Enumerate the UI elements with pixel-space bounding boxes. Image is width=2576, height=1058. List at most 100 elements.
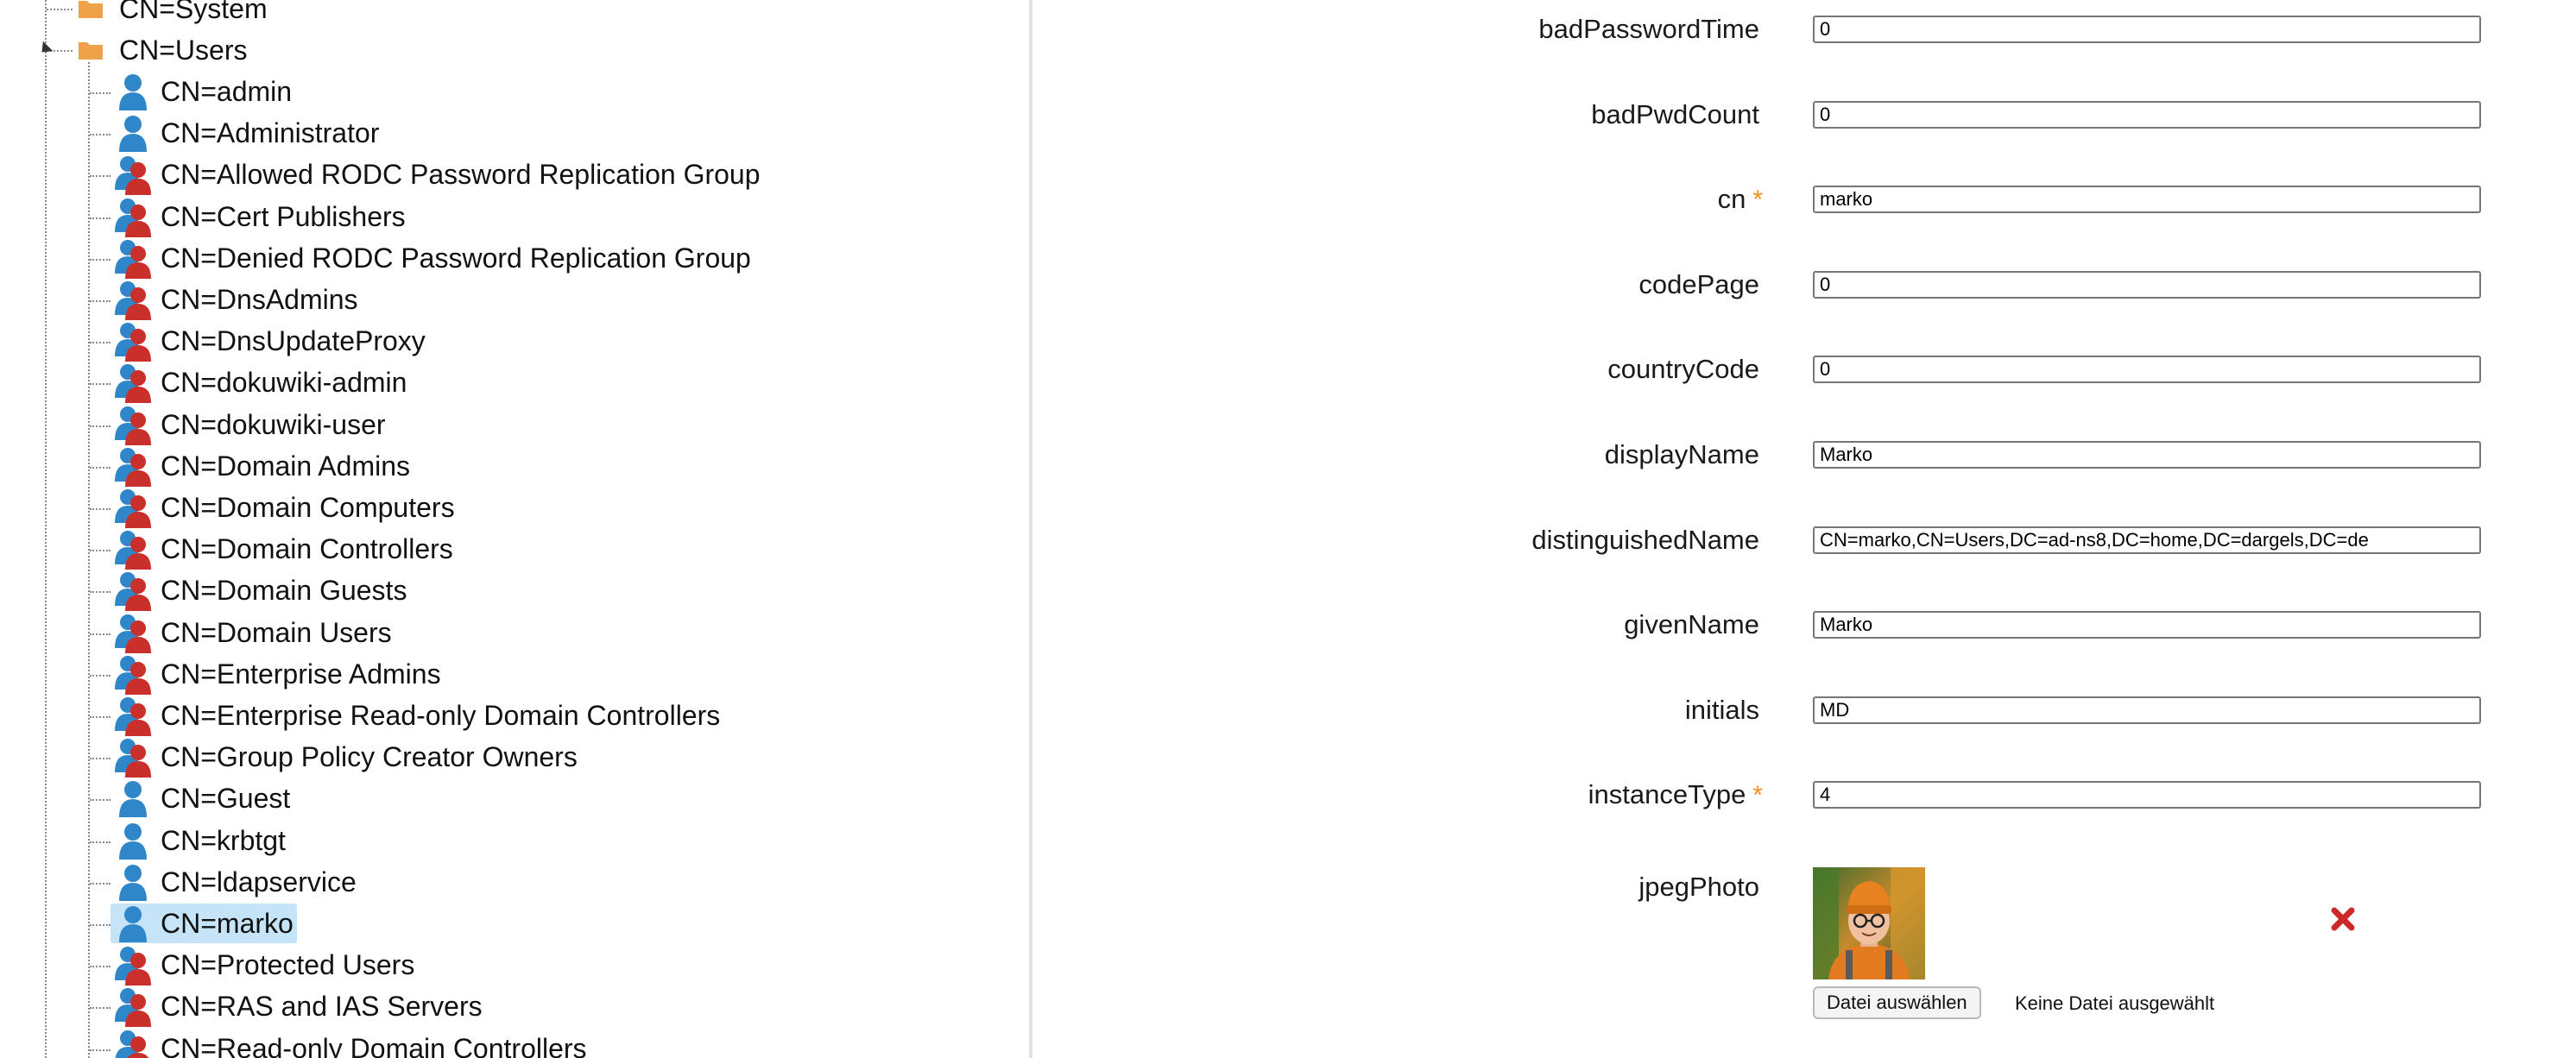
tree-item[interactable]: CN=Guest bbox=[110, 778, 294, 819]
tree-item[interactable]: CN=DnsUpdateProxy bbox=[110, 320, 429, 362]
badpwdcount-input[interactable] bbox=[1813, 100, 2481, 129]
tree-item-content: CN=Domain Users bbox=[110, 613, 395, 653]
givenname-input[interactable] bbox=[1813, 611, 2481, 639]
tree-item[interactable]: CN=Group Policy Creator Owners bbox=[110, 736, 581, 778]
tree-connector bbox=[90, 591, 110, 594]
tree-item[interactable]: CN=Domain Admins bbox=[110, 445, 414, 487]
tree-item[interactable]: CN=Cert Publishers bbox=[110, 196, 409, 237]
distinguishedname-input[interactable] bbox=[1813, 526, 2481, 554]
tree-item-content: CN=admin bbox=[110, 72, 295, 111]
field-label-codepage: codePage bbox=[1032, 268, 1759, 302]
tree-item-content: CN=Denied RODC Password Replication Grou… bbox=[110, 238, 754, 279]
tree-item-content: CN=dokuwiki-user bbox=[110, 405, 389, 445]
tree-item-label: CN=Enterprise Admins bbox=[161, 658, 441, 690]
user-icon bbox=[119, 116, 147, 153]
tree-item-label: CN=krbtgt bbox=[161, 824, 286, 856]
badpasswordtime-input[interactable] bbox=[1813, 16, 2481, 43]
field-label-initials: initials bbox=[1032, 693, 1759, 727]
jpeg-photo-image bbox=[1813, 867, 1925, 979]
instancetype-input[interactable] bbox=[1813, 781, 2481, 809]
codepage-input[interactable] bbox=[1813, 270, 2481, 299]
tree-item-label: CN=Allowed RODC Password Replication Gro… bbox=[161, 159, 761, 191]
group-icon bbox=[115, 447, 151, 487]
tree-item-content: CN=Group Policy Creator Owners bbox=[110, 737, 581, 778]
tree-item-content: CN=dokuwiki-admin bbox=[110, 362, 410, 404]
tree-item-content: CN=Domain Admins bbox=[110, 446, 414, 487]
tree-item[interactable]: CN=RAS and IAS Servers bbox=[110, 986, 486, 1028]
field-label-givenname: givenName bbox=[1032, 608, 1759, 642]
tree-item-content: CN=DnsAdmins bbox=[110, 280, 362, 320]
tree-connector bbox=[90, 716, 110, 718]
tree-item-label: CN=Administrator bbox=[161, 117, 380, 149]
group-icon bbox=[115, 697, 151, 736]
group-icon bbox=[115, 281, 151, 320]
tree-item[interactable]: CN=dokuwiki-admin bbox=[110, 362, 410, 404]
tree-item-label: CN=Guest bbox=[161, 783, 291, 815]
countrycode-input[interactable] bbox=[1813, 356, 2481, 384]
tree-connector bbox=[90, 258, 110, 261]
tree-item[interactable]: CN=Administrator bbox=[110, 112, 382, 154]
tree-guide-line bbox=[45, 0, 47, 1058]
initials-input[interactable] bbox=[1813, 696, 2481, 724]
tree-connector bbox=[90, 882, 110, 885]
attribute-form: jpegPhoto Datei auswählen Keine Datei au… bbox=[1032, 0, 2576, 1058]
required-marker: * bbox=[1752, 186, 1763, 215]
field-label-distinguishedname: distinguishedName bbox=[1032, 523, 1759, 557]
group-icon bbox=[115, 614, 151, 653]
choose-file-button[interactable]: Datei auswählen bbox=[1813, 986, 1981, 1019]
tree-item[interactable]: CN=marko bbox=[110, 903, 297, 944]
tree-item-label: CN=Domain Computers bbox=[161, 492, 455, 523]
tree-item[interactable]: CN=Allowed RODC Password Replication Gro… bbox=[110, 154, 764, 196]
field-label-text: badPwdCount bbox=[1591, 98, 1759, 129]
tree-item[interactable]: CN=DnsAdmins bbox=[110, 279, 362, 320]
tree-item-content: CN=Administrator bbox=[110, 113, 382, 153]
field-label-text: givenName bbox=[1624, 609, 1759, 640]
tree-item[interactable]: CN=Domain Guests bbox=[110, 570, 410, 612]
tree-item[interactable]: CN=krbtgt bbox=[110, 820, 289, 861]
no-file-selected-text: Keine Datei ausgewählt bbox=[2015, 992, 2215, 1014]
tree-item[interactable]: CN=Enterprise Read-only Domain Controlle… bbox=[110, 695, 723, 736]
tree-connector bbox=[47, 9, 73, 10]
tree-item-content: CN=Domain Controllers bbox=[110, 529, 457, 570]
selected-tree-item: CN=marko bbox=[110, 904, 297, 943]
user-icon bbox=[119, 781, 147, 818]
tree-item[interactable]: CN=Domain Users bbox=[110, 612, 395, 653]
field-label-instancetype: instanceType * bbox=[1032, 778, 1763, 813]
displayname-input[interactable] bbox=[1813, 441, 2481, 469]
tree-item[interactable]: CN=Domain Controllers bbox=[110, 528, 457, 570]
tree-connector bbox=[90, 674, 110, 677]
user-icon bbox=[119, 864, 147, 901]
tree-container-node[interactable]: CN=Users bbox=[78, 29, 250, 71]
cn-input[interactable] bbox=[1813, 186, 2481, 214]
tree-connector bbox=[90, 425, 110, 427]
tree-node-label: CN=Users bbox=[119, 35, 248, 66]
tree-connector bbox=[90, 758, 110, 760]
field-label-text: initials bbox=[1684, 694, 1759, 725]
group-icon bbox=[115, 1030, 149, 1058]
tree-container-node[interactable]: CN=System bbox=[78, 0, 271, 29]
tree-item[interactable]: CN=admin bbox=[110, 71, 295, 112]
tree-item[interactable]: CN=Denied RODC Password Replication Grou… bbox=[110, 237, 754, 279]
group-icon bbox=[115, 947, 151, 986]
field-label-displayname: displayName bbox=[1032, 438, 1759, 472]
tree-item[interactable]: CN=ldapservice bbox=[110, 861, 360, 903]
tree-item[interactable]: CN=Enterprise Admins bbox=[110, 653, 445, 695]
tree-item-label: CN=dokuwiki-user bbox=[161, 408, 386, 440]
field-label-text: instanceType bbox=[1588, 779, 1746, 810]
tree-item[interactable]: CN=Protected Users bbox=[110, 944, 418, 986]
tree-connector bbox=[90, 799, 110, 802]
tree-item-content: CN=Guest bbox=[110, 778, 294, 818]
field-label-text: codePage bbox=[1638, 268, 1759, 299]
tree-item[interactable]: CN=Domain Computers bbox=[110, 487, 458, 528]
group-icon bbox=[115, 988, 151, 1028]
group-icon bbox=[115, 655, 151, 695]
field-label-text: badPasswordTime bbox=[1538, 14, 1759, 44]
tree-connector bbox=[90, 966, 110, 968]
expand-toggle-icon[interactable] bbox=[36, 41, 54, 58]
tree-item-label: CN=Read-only Domain Controllers bbox=[161, 1032, 587, 1058]
tree-item[interactable]: CN=dokuwiki-user bbox=[110, 404, 389, 445]
delete-photo-icon[interactable] bbox=[2327, 904, 2358, 935]
tree-item-label: CN=Domain Admins bbox=[161, 450, 410, 482]
tree-item[interactable]: CN=Read-only Domain Controllers bbox=[110, 1028, 590, 1058]
directory-tree: CN=System CN=Users CN=admin CN=Administrato… bbox=[0, 0, 1029, 1058]
